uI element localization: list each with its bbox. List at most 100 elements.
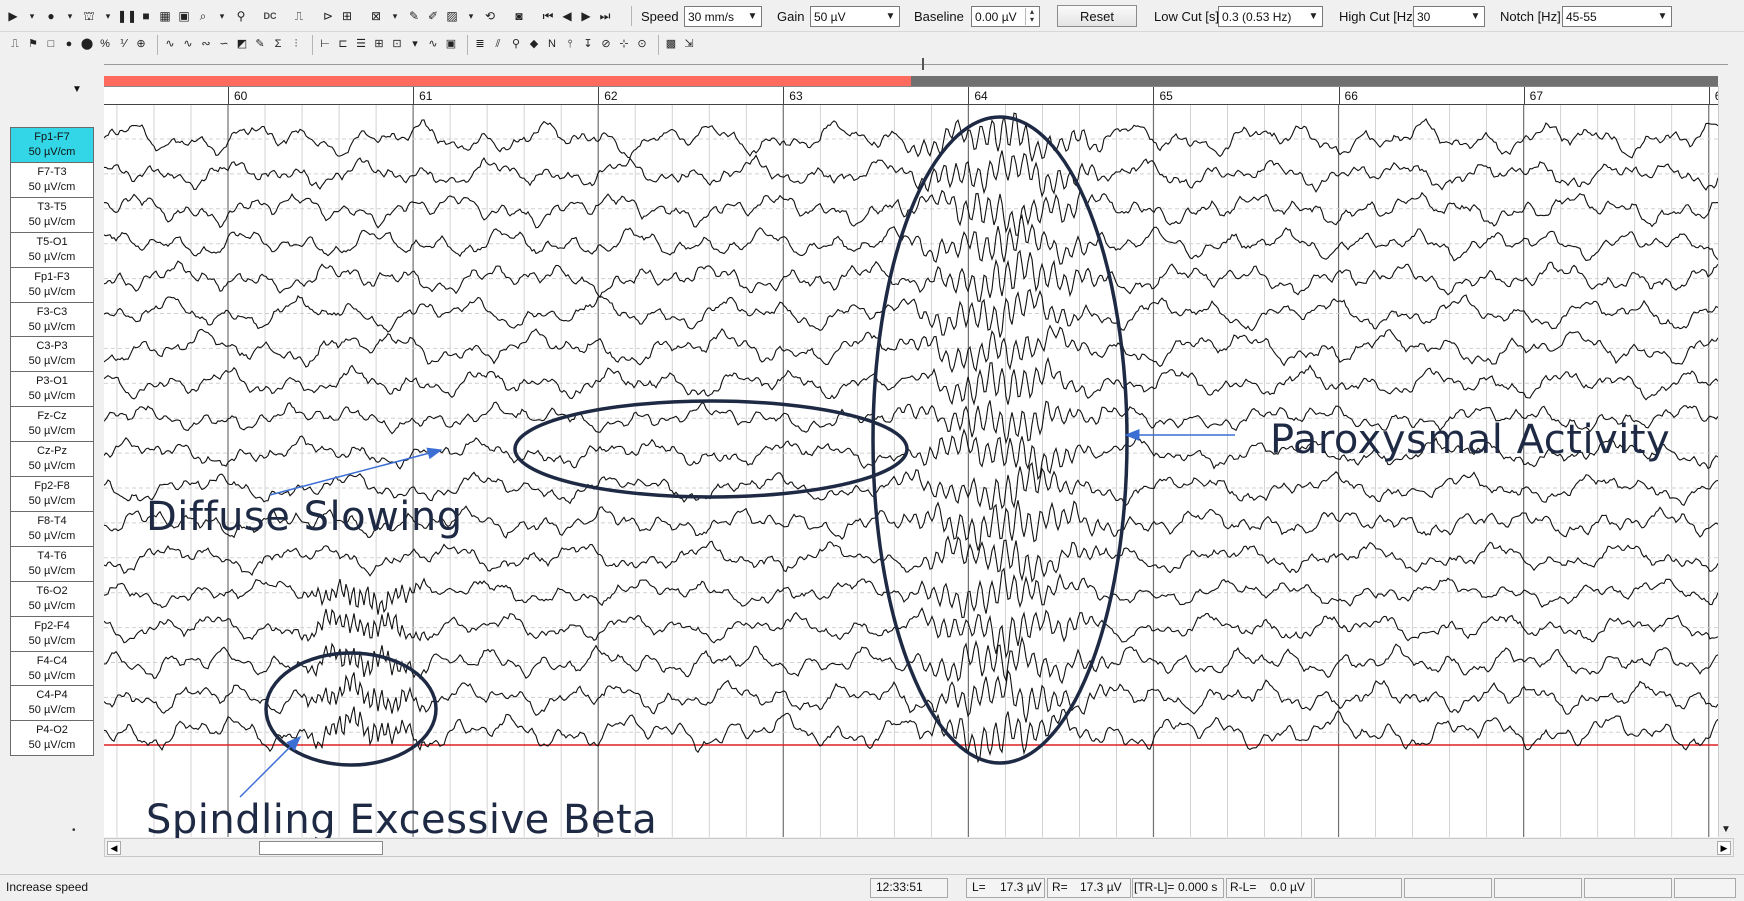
channel-label-f4-c4[interactable]: F4-C4 50 µV/cm xyxy=(10,650,94,687)
baseline-input[interactable]: 0.00 µV ▴ ▾ xyxy=(971,6,1040,27)
spinner-arrows-icon[interactable]: ▴ ▾ xyxy=(1025,8,1038,25)
channel-label-t6-o2[interactable]: T6-O2 50 µV/cm xyxy=(10,580,94,617)
dropdown-icon[interactable]: ▾ xyxy=(388,6,402,26)
wave-icon[interactable]: ∿ xyxy=(163,35,177,55)
measure-icon[interactable]: ⊞ xyxy=(340,6,354,26)
camera-icon[interactable]: ◙ xyxy=(512,6,526,26)
channel-label-fp1-f3[interactable]: Fp1-F3 50 µV/cm xyxy=(10,266,94,303)
tune-icon[interactable]: ⫯ xyxy=(563,35,577,55)
expand-icon[interactable]: ⊹ xyxy=(617,35,631,55)
bracket-icon[interactable]: ⊏ xyxy=(336,35,350,55)
scroll-right-icon[interactable]: ▶ xyxy=(1717,841,1731,855)
chevron-down-icon[interactable]: ▼ xyxy=(1307,10,1320,23)
dropdown-icon[interactable]: ▾ xyxy=(25,6,39,26)
sine-icon[interactable]: ∿ xyxy=(181,35,195,55)
channel-label-cz-pz[interactable]: Cz-Pz 50 µV/cm xyxy=(10,441,94,478)
calibrate-icon[interactable]: ⊠ xyxy=(369,6,383,26)
channel-label-fp1-f7[interactable]: Fp1-F7 50 µV/cm xyxy=(10,127,94,163)
network-icon[interactable]: ▩ xyxy=(664,35,678,55)
chevron-down-icon[interactable]: ▼ xyxy=(884,10,897,23)
eeg-waveform-area[interactable] xyxy=(104,105,1718,837)
stim-icon[interactable]: ⎍ xyxy=(8,35,22,55)
filter-alt-icon[interactable]: ⫽ xyxy=(491,35,505,55)
dropdown-icon[interactable]: ▾ xyxy=(215,6,229,26)
chevron-down-icon[interactable]: ▼ xyxy=(1656,10,1669,23)
rect-icon[interactable]: □ xyxy=(44,35,58,55)
fill-circle-icon[interactable]: ⬤ xyxy=(80,35,94,55)
play-icon[interactable]: ▶ xyxy=(6,6,20,26)
zoom-icon[interactable]: ⌕ xyxy=(196,6,210,26)
dropdown-icon[interactable]: ▾ xyxy=(63,6,77,26)
spectrum-icon[interactable]: ⫶ xyxy=(289,35,303,55)
scroll-down-icon[interactable]: ▼ xyxy=(1721,824,1731,835)
stop-icon[interactable]: ■ xyxy=(139,6,153,26)
scroll-thumb[interactable] xyxy=(259,841,383,855)
playback-progress-bar[interactable] xyxy=(104,76,1718,86)
chevron-down-icon[interactable]: ▼ xyxy=(746,10,759,23)
channel-label-fp2-f4[interactable]: Fp2-F4 50 µV/cm xyxy=(10,615,94,652)
montage-menu-arrow-icon[interactable]: ▼ xyxy=(72,84,82,95)
channel-label-p3-o1[interactable]: P3-O1 50 µV/cm xyxy=(10,371,94,408)
text-icon[interactable]: N xyxy=(545,35,559,55)
notch-select[interactable]: 45-55 ▼ xyxy=(1562,6,1672,27)
horizontal-scrollbar[interactable]: ◀ ▶ xyxy=(104,838,1734,857)
scroll-left-icon[interactable]: ◀ xyxy=(107,841,121,855)
pen-alt-icon[interactable]: ✐ xyxy=(426,6,440,26)
dropdown-icon[interactable]: ▾ xyxy=(464,6,478,26)
forward-icon[interactable]: ▶ xyxy=(579,6,593,26)
wave-alt-icon[interactable]: ∾ xyxy=(199,35,213,55)
pause-icon[interactable]: ❚❚ xyxy=(117,6,137,26)
channel-label-t3-t5[interactable]: T3-T5 50 µV/cm xyxy=(10,196,94,233)
channel-label-c4-p4[interactable]: C4-P4 50 µV/cm xyxy=(10,685,94,722)
vertical-scrollbar[interactable]: ▼ xyxy=(1718,86,1734,837)
gain-select[interactable]: 50 µV ▼ xyxy=(810,6,900,27)
split-icon[interactable]: ⊘ xyxy=(599,35,613,55)
video-icon[interactable]: ▣ xyxy=(177,6,191,26)
channel-label-f3-c3[interactable]: F3-C3 50 µV/cm xyxy=(10,301,94,338)
position-marker[interactable] xyxy=(922,58,924,70)
lowcut-select[interactable]: 0.3 (0.53 Hz) ▼ xyxy=(1218,6,1323,27)
forward-page-icon[interactable]: ⏭ xyxy=(598,6,612,26)
channel-label-t5-o1[interactable]: T5-O1 50 µV/cm xyxy=(10,231,94,268)
speed-select[interactable]: 30 mm/s ▼ xyxy=(684,6,762,27)
cursor-icon[interactable]: ⊳ xyxy=(321,6,335,26)
arrow-down-icon[interactable]: ↧ xyxy=(581,35,595,55)
channel-label-f8-t4[interactable]: F8-T4 50 µV/cm xyxy=(10,510,94,547)
filter-icon[interactable]: ⎍ xyxy=(292,6,306,26)
edit-icon[interactable]: ✎ xyxy=(253,35,267,55)
record-icon[interactable]: ● xyxy=(44,6,58,26)
percent-icon[interactable]: % xyxy=(98,35,112,55)
tiles-icon[interactable]: ⊡ xyxy=(390,35,404,55)
channel-label-c3-p3[interactable]: C3-P3 50 µV/cm xyxy=(10,336,94,373)
target-icon[interactable]: ⊕ xyxy=(134,35,148,55)
dc-button[interactable]: DC xyxy=(263,6,277,26)
sigma-icon[interactable]: Σ xyxy=(271,35,285,55)
pen-icon[interactable]: ✎ xyxy=(407,6,421,26)
reset-button[interactable]: Reset xyxy=(1057,5,1137,27)
back-icon[interactable]: ◀ xyxy=(560,6,574,26)
position-strip[interactable] xyxy=(0,57,1744,76)
photo-icon[interactable]: ▨ xyxy=(445,6,459,26)
circle-icon[interactable]: ● xyxy=(62,35,76,55)
dropdown-icon[interactable]: ▾ xyxy=(101,6,115,26)
channel-label-p4-o2[interactable]: P4-O2 50 µV/cm xyxy=(10,720,94,757)
list-icon[interactable]: ☰ xyxy=(354,35,368,55)
flag-icon[interactable]: ⚑ xyxy=(26,35,40,55)
channel-label-t4-t6[interactable]: T4-T6 50 µV/cm xyxy=(10,545,94,582)
pin-icon[interactable]: ⚲ xyxy=(509,35,523,55)
zoom-alt-icon[interactable]: ⊙ xyxy=(635,35,649,55)
chevron-down-icon[interactable]: ▼ xyxy=(1469,10,1482,23)
grid-icon[interactable]: ⊞ xyxy=(372,35,386,55)
list-alt-icon[interactable]: ≣ xyxy=(473,35,487,55)
highcut-select[interactable]: 30 ▼ xyxy=(1413,6,1485,27)
wave-outline-icon[interactable]: ∽ xyxy=(217,35,231,55)
events-icon[interactable]: ▦ xyxy=(158,6,172,26)
channel-label-f7-t3[interactable]: F7-T3 50 µV/cm xyxy=(10,161,94,198)
channel-label-fp2-f8[interactable]: Fp2-F8 50 µV/cm xyxy=(10,476,94,512)
channel-label-fz-cz[interactable]: Fz-Cz 50 µV/cm xyxy=(10,406,94,443)
range-icon[interactable]: ⊢ xyxy=(318,35,332,55)
export-icon[interactable]: ⇲ xyxy=(682,35,696,55)
diamond-icon[interactable]: ◆ xyxy=(527,35,541,55)
fill-box-icon[interactable]: ▣ xyxy=(444,35,458,55)
marker-icon[interactable]: ⚲ xyxy=(234,6,248,26)
